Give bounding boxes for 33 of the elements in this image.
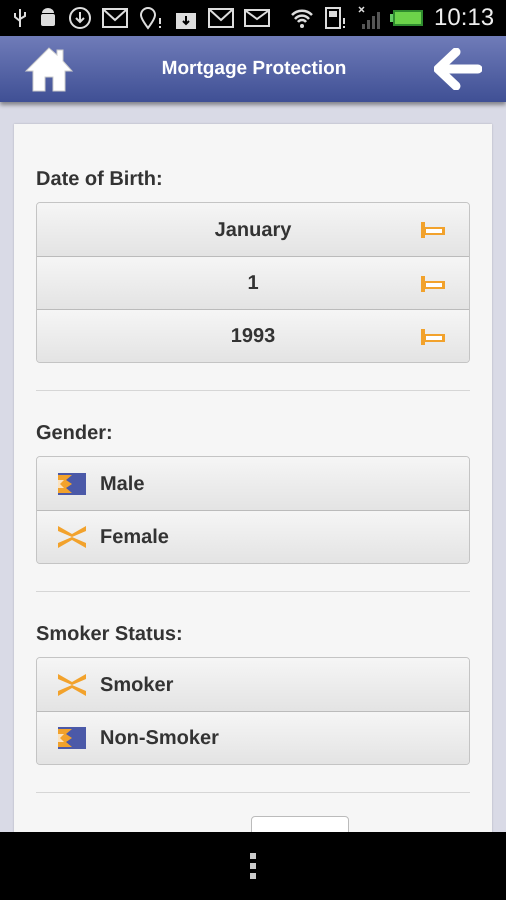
field-label: Smoker Status: — [36, 622, 183, 647]
home-icon[interactable] — [24, 45, 74, 93]
mail-icon — [102, 8, 128, 28]
select-arrow-icon — [419, 327, 447, 347]
select-arrow-icon — [419, 220, 447, 240]
download-icon — [68, 6, 92, 30]
radio-selected-icon — [58, 727, 86, 749]
select-arrow-icon — [419, 274, 447, 294]
battery-icon — [390, 9, 424, 27]
select-dropdown[interactable]: 1 — [37, 256, 469, 309]
radio-selected-icon — [58, 472, 86, 494]
radio-option[interactable]: Male — [37, 457, 469, 510]
location-icon — [138, 6, 164, 30]
wifi-icon — [290, 8, 314, 28]
android-icon — [38, 7, 58, 29]
sim-card-icon — [324, 6, 348, 30]
radio-unselected-icon — [58, 526, 86, 548]
envelope-icon — [244, 8, 270, 28]
usb-icon — [12, 7, 28, 29]
header-title: Mortgage Protection — [162, 56, 346, 81]
mail-icon — [208, 8, 234, 28]
field-label: Gender: — [36, 421, 113, 446]
select-dropdown[interactable]: 1993 — [37, 309, 469, 362]
field-label: Date of Birth: — [36, 167, 163, 192]
menu-icon[interactable] — [249, 851, 257, 881]
radio-option[interactable]: Female — [37, 510, 469, 563]
radio-unselected-icon — [58, 674, 86, 696]
back-arrow-icon[interactable] — [434, 48, 482, 90]
signal-icon — [358, 6, 380, 30]
status-time: 10:13 — [434, 3, 494, 33]
radio-option[interactable]: Non-Smoker — [37, 711, 469, 764]
select-dropdown[interactable]: January — [37, 203, 469, 256]
radio-option[interactable]: Smoker — [37, 658, 469, 711]
